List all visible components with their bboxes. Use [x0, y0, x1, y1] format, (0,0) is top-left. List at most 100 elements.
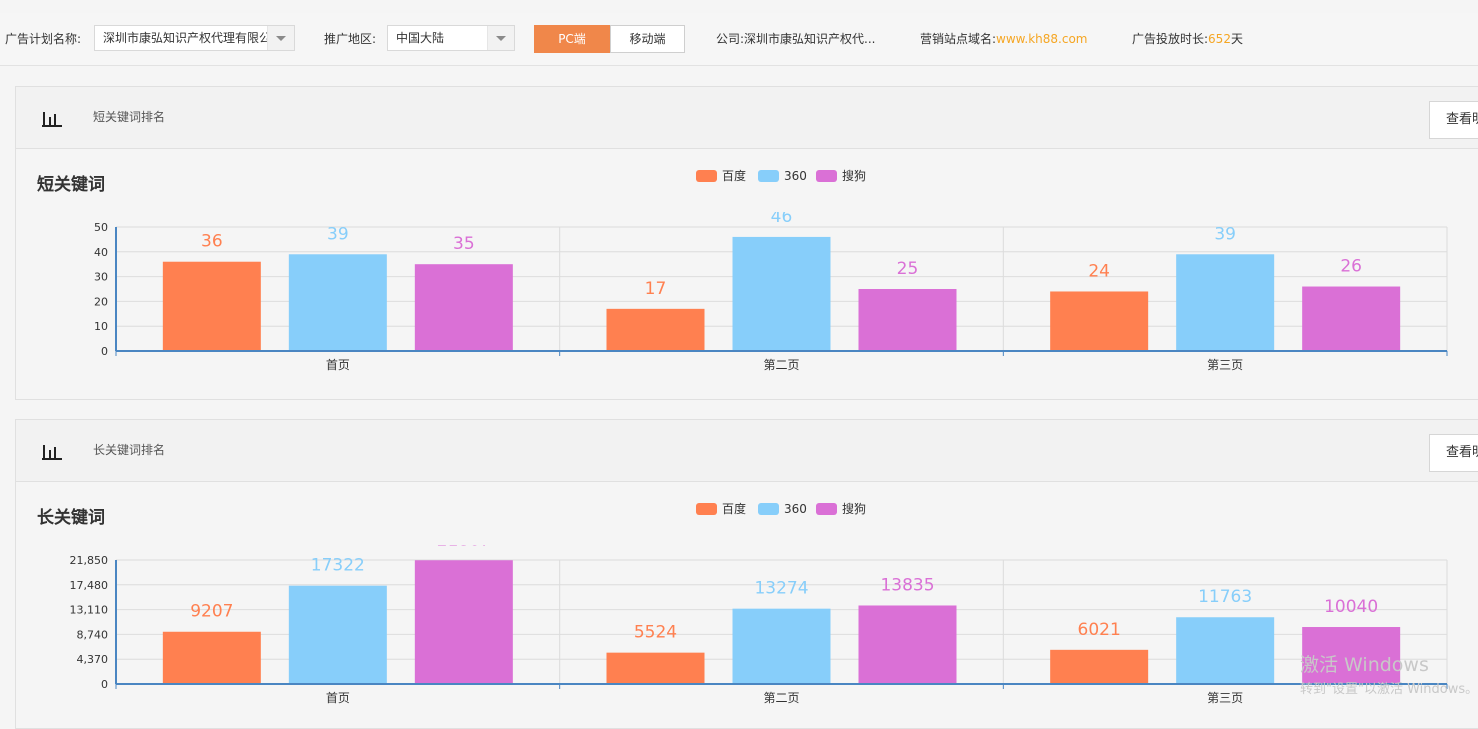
device-pc-button[interactable]: PC端 — [534, 25, 610, 53]
legend-label: 360 — [784, 502, 807, 516]
y-tick-label: 40 — [94, 246, 108, 259]
bar — [1302, 286, 1401, 351]
device-mobile-button[interactable]: 移动端 — [610, 25, 685, 53]
data-label: 26 — [1340, 257, 1362, 277]
region-label: 推广地区: — [324, 32, 377, 46]
bar — [732, 608, 831, 684]
bar — [414, 560, 513, 684]
chart-title: 长关键词 — [37, 508, 105, 528]
legend-label: 搜狗 — [842, 502, 867, 516]
bar — [858, 605, 957, 684]
bar — [606, 308, 705, 351]
data-label: 9207 — [190, 602, 233, 622]
panel-header: 短关键词排名 查看明细 — [16, 87, 1478, 149]
bar-chart-icon — [42, 112, 62, 127]
data-label: 46 — [771, 212, 793, 227]
y-tick-label: 20 — [94, 295, 108, 308]
filter-bar: 广告计划名称: 深圳市康弘知识产权代理有限公司 推广地区: 中国大陆 PC端 移… — [0, 13, 1478, 66]
bar — [1050, 291, 1149, 351]
legend-label: 搜狗 — [842, 169, 867, 183]
chevron-down-icon — [267, 26, 294, 50]
data-label: 6021 — [1078, 620, 1121, 640]
data-label: 35 — [453, 234, 475, 254]
y-tick-label: 4,370 — [77, 653, 109, 666]
legend-item-baidu[interactable]: 百度 — [696, 168, 746, 184]
legend-swatch — [696, 503, 717, 515]
y-tick-label: 21,850 — [70, 554, 109, 567]
data-label: 10040 — [1324, 597, 1378, 617]
windows-watermark-subtext: 转到"设置"以激活 Windows。 — [1300, 682, 1478, 697]
region-select[interactable]: 中国大陆 — [387, 25, 515, 51]
x-tick-label: 第二页 — [763, 691, 799, 705]
legend-item-sogou[interactable]: 搜狗 — [816, 501, 866, 517]
plan-select[interactable]: 深圳市康弘知识产权代理有限公司 — [94, 25, 295, 51]
legend-label: 百度 — [722, 169, 747, 183]
x-tick-label: 第三页 — [1207, 358, 1243, 372]
y-tick-label: 13,110 — [70, 604, 109, 617]
legend-item-360[interactable]: 360 — [758, 168, 807, 184]
y-tick-label: 8,740 — [77, 628, 109, 641]
bar-chart-icon — [42, 445, 62, 460]
domain-info: 营销站点域名:www.kh88.com — [920, 13, 1087, 65]
company-info: 公司:深圳市康弘知识产权代... — [716, 13, 876, 65]
data-label: 36 — [201, 232, 223, 252]
region-select-value: 中国大陆 — [396, 31, 445, 45]
y-tick-label: 10 — [94, 320, 108, 333]
x-tick-label: 首页 — [326, 358, 350, 372]
short-keyword-chart: 0 10 20 30 40 50 36 39 35 首页 17 46 25 第二页 24 39 26 第三页 — [94, 212, 1448, 372]
data-label: 39 — [327, 224, 349, 244]
duration-unit: 天 — [1230, 32, 1243, 46]
legend-swatch — [758, 170, 779, 182]
view-details-button[interactable]: 查看明细 — [1429, 101, 1478, 139]
company-value: 深圳市康弘知识产权代... — [744, 32, 876, 46]
legend-swatch — [696, 170, 717, 182]
legend-swatch — [816, 170, 837, 182]
data-label: 25 — [897, 259, 919, 279]
x-tick-label: 第二页 — [763, 358, 799, 372]
view-details-button[interactable]: 查看明细 — [1429, 434, 1478, 472]
legend-item-360[interactable]: 360 — [758, 501, 807, 517]
y-tick-label: 30 — [94, 271, 108, 284]
data-label: 13274 — [754, 579, 808, 599]
bar — [732, 236, 831, 351]
data-label: 39 — [1214, 224, 1236, 244]
bar — [1176, 617, 1275, 684]
duration-label: 广告投放时长: — [1132, 32, 1209, 46]
bar — [162, 631, 261, 684]
x-tick-label: 第三页 — [1207, 691, 1243, 705]
domain-label: 营销站点域名: — [920, 32, 997, 46]
bar — [288, 254, 387, 351]
x-tick-label: 首页 — [326, 691, 350, 705]
bar — [858, 289, 957, 351]
chart-title: 短关键词 — [37, 175, 105, 195]
long-keyword-panel: 长关键词排名 查看明细 长关键词 百度 360 搜狗 0 4,370 8,740 13… — [15, 419, 1478, 729]
y-tick-label: 50 — [94, 221, 108, 234]
panel-title: 长关键词排名 — [93, 443, 166, 457]
bar — [1176, 254, 1275, 351]
panel-header: 长关键词排名 查看明细 — [16, 420, 1478, 482]
data-label: 17322 — [311, 556, 365, 576]
windows-watermark: 激活 Windows — [1300, 654, 1429, 676]
chevron-down-icon — [487, 26, 514, 50]
legend-swatch — [816, 503, 837, 515]
data-label: 24 — [1088, 261, 1110, 281]
domain-value[interactable]: www.kh88.com — [996, 32, 1087, 46]
long-keyword-chart: 0 4,370 8,740 13,110 17,480 21,850 9207 17322 21… — [70, 545, 1448, 705]
duration-value: 652 — [1208, 32, 1231, 46]
legend-item-sogou[interactable]: 搜狗 — [816, 168, 866, 184]
panel-title: 短关键词排名 — [93, 110, 166, 124]
bar — [162, 261, 261, 351]
data-label: 5524 — [634, 623, 677, 643]
data-label: 13835 — [880, 575, 934, 595]
y-tick-label: 0 — [101, 345, 108, 358]
plan-label: 广告计划名称: — [5, 32, 82, 46]
legend-swatch — [758, 503, 779, 515]
bar — [288, 585, 387, 684]
duration-info: 广告投放时长:652天 — [1132, 13, 1243, 65]
data-label: 21807 — [437, 545, 491, 550]
plan-select-value: 深圳市康弘知识产权代理有限公司 — [103, 31, 268, 45]
legend-label: 360 — [784, 169, 807, 183]
y-tick-label: 0 — [101, 678, 108, 691]
legend-item-baidu[interactable]: 百度 — [696, 501, 746, 517]
short-keyword-panel: 短关键词排名 查看明细 短关键词 百度 360 搜狗 0 10 20 30 40 50 36… — [15, 86, 1478, 400]
